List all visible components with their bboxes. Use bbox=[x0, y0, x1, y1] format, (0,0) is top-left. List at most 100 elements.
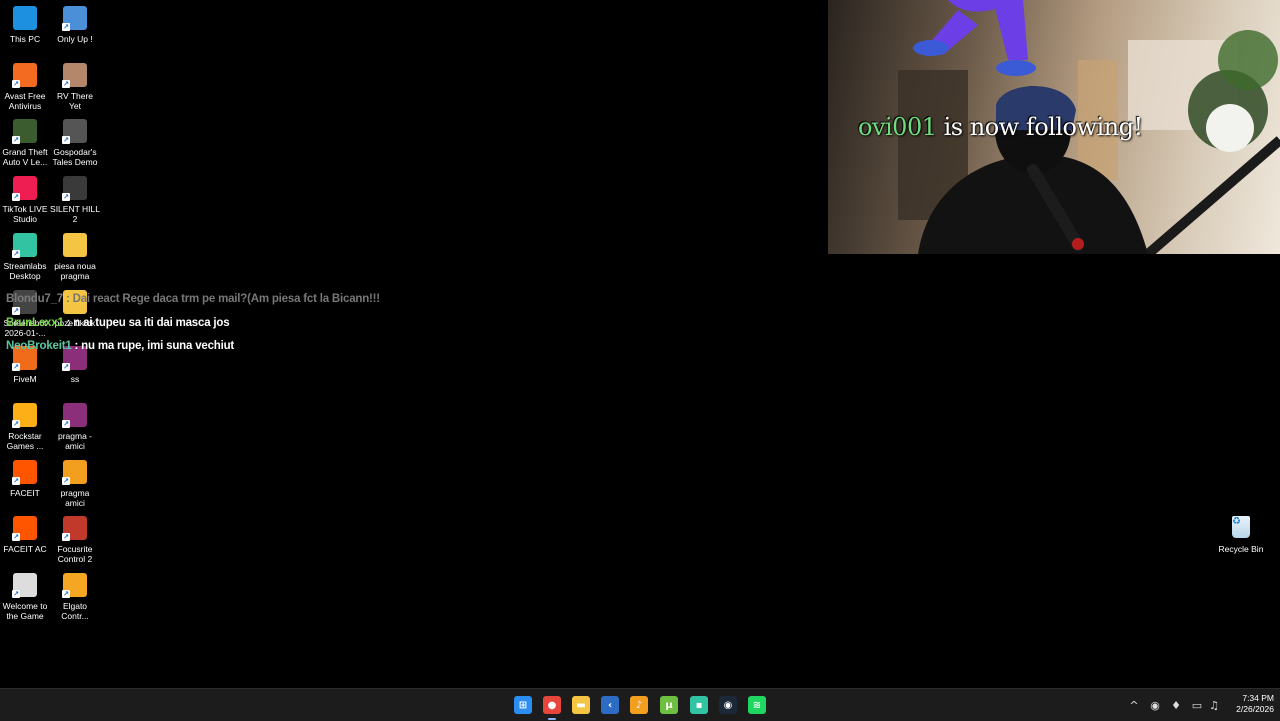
chat-text: Dai react Rege daca trm pe mail?(Am pies… bbox=[72, 293, 381, 305]
game-icon: ↗ bbox=[62, 63, 87, 88]
focusrite-icon: ↗ bbox=[62, 516, 87, 541]
desktop-icon[interactable]: ↗ pragma - amici bbox=[50, 397, 100, 451]
volume-icon[interactable]: ♫ bbox=[1207, 698, 1221, 712]
desktop-icon-label: Streamlabs Desktop bbox=[3, 261, 47, 281]
desktop-icon[interactable]: piesa noua pragma bbox=[50, 227, 100, 281]
taskbar-steam-button[interactable]: ◉ bbox=[719, 696, 737, 714]
taskbar-start-button[interactable]: ⊞ bbox=[514, 696, 532, 714]
streamlabs-icon: ↗ bbox=[12, 233, 37, 258]
taskbar-clock[interactable]: 7:34 PM 2/26/2026 bbox=[1222, 693, 1274, 715]
taskbar-chrome-button[interactable]: ● bbox=[543, 696, 561, 714]
desktop-icon-label: pragma amici bbox=[60, 488, 90, 508]
desktop-icon-label: Grand Theft Auto V Le... bbox=[2, 147, 48, 167]
desktop-icon-label: FACEIT bbox=[10, 488, 40, 498]
desktop-icon[interactable]: ↗ FACEIT bbox=[0, 454, 50, 498]
desktop-icon-label: FiveM bbox=[13, 374, 37, 384]
avast-icon: ↗ bbox=[12, 63, 37, 88]
chat-username: NeoBrokeit1 bbox=[6, 340, 72, 352]
shortcut-arrow-icon: ↗ bbox=[12, 363, 20, 371]
shortcut-arrow-icon: ↗ bbox=[12, 250, 20, 258]
shortcut-arrow-icon: ↗ bbox=[62, 23, 70, 31]
rockstar-icon: ↗ bbox=[12, 403, 37, 428]
desktop-icon[interactable]: ↗ Avast Free Antivirus bbox=[0, 57, 50, 111]
shortcut-arrow-icon: ↗ bbox=[62, 363, 70, 371]
chat-text: n ai tupeu sa iti dai masca jos bbox=[73, 316, 230, 329]
follow-alert-username: ovi001 bbox=[858, 113, 937, 141]
faceit-icon: ↗ bbox=[12, 460, 37, 485]
desktop-icon[interactable]: ↗ Focusrite Control 2 bbox=[50, 510, 100, 564]
elgato-icon: ↗ bbox=[62, 573, 87, 598]
shortcut-arrow-icon: ↗ bbox=[12, 80, 20, 88]
monitor-icon bbox=[13, 6, 37, 30]
taskbar-spotify-button[interactable]: ≋ bbox=[748, 696, 766, 714]
webcam-feed: ovi001 is now following! bbox=[828, 0, 1280, 254]
desktop-icon-label: RV There Yet bbox=[56, 91, 94, 111]
desktop-icon-label: Focusrite Control 2 bbox=[57, 544, 93, 564]
chat-message: Blondu7_7 : Dai react Rege daca trm pe m… bbox=[6, 291, 380, 315]
faceit-ac-icon: ↗ bbox=[12, 516, 37, 541]
desktop-icon[interactable]: ↗ SILENT HILL 2 bbox=[50, 170, 100, 224]
desktop-icon[interactable]: ↗ FACEIT AC bbox=[0, 510, 50, 554]
chrome-icon: ● bbox=[547, 699, 557, 711]
stream-chat-overlay: Blondu7_7 : Dai react Rege daca trm pe m… bbox=[6, 291, 380, 362]
desktop-icon[interactable]: ↗ RV There Yet bbox=[50, 57, 100, 111]
desktop-icon-label: Welcome to the Game bbox=[2, 601, 48, 621]
chevron-up-icon[interactable]: ^ bbox=[1127, 698, 1141, 712]
desktop-icon[interactable]: ↗ Welcome to the Game bbox=[0, 567, 50, 621]
desktop-icon-label: ss bbox=[70, 374, 80, 384]
desktop-icon-label: Elgato Contr... bbox=[61, 601, 89, 621]
shortcut-arrow-icon: ↗ bbox=[12, 590, 20, 598]
shortcut-arrow-icon: ↗ bbox=[62, 533, 70, 541]
game-icon: ↗ bbox=[62, 176, 87, 201]
taskbar-fl-studio-button[interactable]: ♪ bbox=[630, 696, 648, 714]
recycle-bin-icon: ♻ bbox=[1232, 516, 1250, 538]
chat-text: nu ma rupe, imi suna vechiut bbox=[81, 340, 235, 352]
chat-separator: : bbox=[63, 316, 74, 329]
desktop-icon[interactable]: This PC bbox=[0, 0, 50, 44]
taskbar: ⊞ ● ▬ ‹ ♪ µ ▪ ◉ ≋ ^ ◉ ♦ ▭ ♫ 7:34 PM 2/26/2026 bbox=[0, 688, 1280, 721]
desktop-icon[interactable]: ↗ Grand Theft Auto V Le... bbox=[0, 113, 50, 167]
utorrent-icon: µ bbox=[665, 699, 673, 711]
winrar-icon: ↗ bbox=[62, 403, 87, 428]
taskbar-utorrent-button[interactable]: µ bbox=[660, 696, 678, 714]
shortcut-arrow-icon: ↗ bbox=[12, 420, 20, 428]
desktop-icon[interactable]: ↗ Elgato Contr... bbox=[50, 567, 100, 621]
desktop: This PC ↗ Only Up ! ↗ Avast Free Antivirus ↗ R… bbox=[0, 0, 1280, 688]
desktop-icon-label: piesa noua pragma bbox=[54, 261, 96, 281]
network-icon[interactable]: ▭ bbox=[1190, 698, 1204, 712]
desktop-icon[interactable]: ↗ TikTok LIVE Studio bbox=[0, 170, 50, 224]
desktop-icon[interactable]: ↗ Gospodar's Tales Demo bbox=[50, 113, 100, 167]
shortcut-arrow-icon: ↗ bbox=[12, 136, 20, 144]
code-icon: ‹ bbox=[607, 699, 613, 711]
flstudio-icon: ↗ bbox=[62, 460, 87, 485]
taskbar-visual-studio-code-button[interactable]: ‹ bbox=[601, 696, 619, 714]
steam-icon: ◉ bbox=[723, 699, 733, 711]
clock-date: 2/26/2026 bbox=[1236, 704, 1274, 714]
desktop-icon[interactable]: ↗ Only Up ! bbox=[50, 0, 100, 44]
folder-icon: ▬ bbox=[576, 699, 586, 711]
windows-icon: ⊞ bbox=[518, 699, 528, 711]
clock-time: 7:34 PM bbox=[1242, 693, 1274, 703]
skull-icon: ↗ bbox=[12, 573, 37, 598]
desktop-icon[interactable]: ↗ Streamlabs Desktop bbox=[0, 227, 50, 281]
chat-separator: : bbox=[71, 340, 82, 352]
follow-alert: ovi001 is now following! bbox=[858, 113, 1143, 141]
desktop-icon-recycle-bin[interactable]: ♻ Recycle Bin bbox=[1216, 514, 1266, 554]
desktop-icon-label: TikTok LIVE Studio bbox=[2, 204, 48, 224]
taskbar-file-explorer-button[interactable]: ▬ bbox=[572, 696, 590, 714]
chat-username: BrunLexx1 bbox=[6, 316, 64, 329]
chat-message: NeoBrokeit1 : nu ma rupe, imi suna vechi… bbox=[6, 338, 380, 362]
streamlabs-icon: ▪ bbox=[695, 699, 703, 711]
chat-username: Blondu7_7 bbox=[6, 293, 63, 305]
game-icon: ↗ bbox=[62, 119, 87, 144]
desktop-icon[interactable]: ↗ Rockstar Games ... bbox=[0, 397, 50, 451]
desktop-icon[interactable]: ↗ pragma amici bbox=[50, 454, 100, 508]
gta-icon: ↗ bbox=[12, 119, 37, 144]
taskbar-streamlabs-button[interactable]: ▪ bbox=[690, 696, 708, 714]
shortcut-arrow-icon: ↗ bbox=[62, 136, 70, 144]
record-icon[interactable]: ◉ bbox=[1148, 698, 1162, 712]
shortcut-arrow-icon: ↗ bbox=[62, 590, 70, 598]
microphone-icon[interactable]: ♦ bbox=[1169, 698, 1183, 712]
game-icon: ↗ bbox=[62, 6, 87, 31]
folder-icon bbox=[63, 233, 87, 257]
